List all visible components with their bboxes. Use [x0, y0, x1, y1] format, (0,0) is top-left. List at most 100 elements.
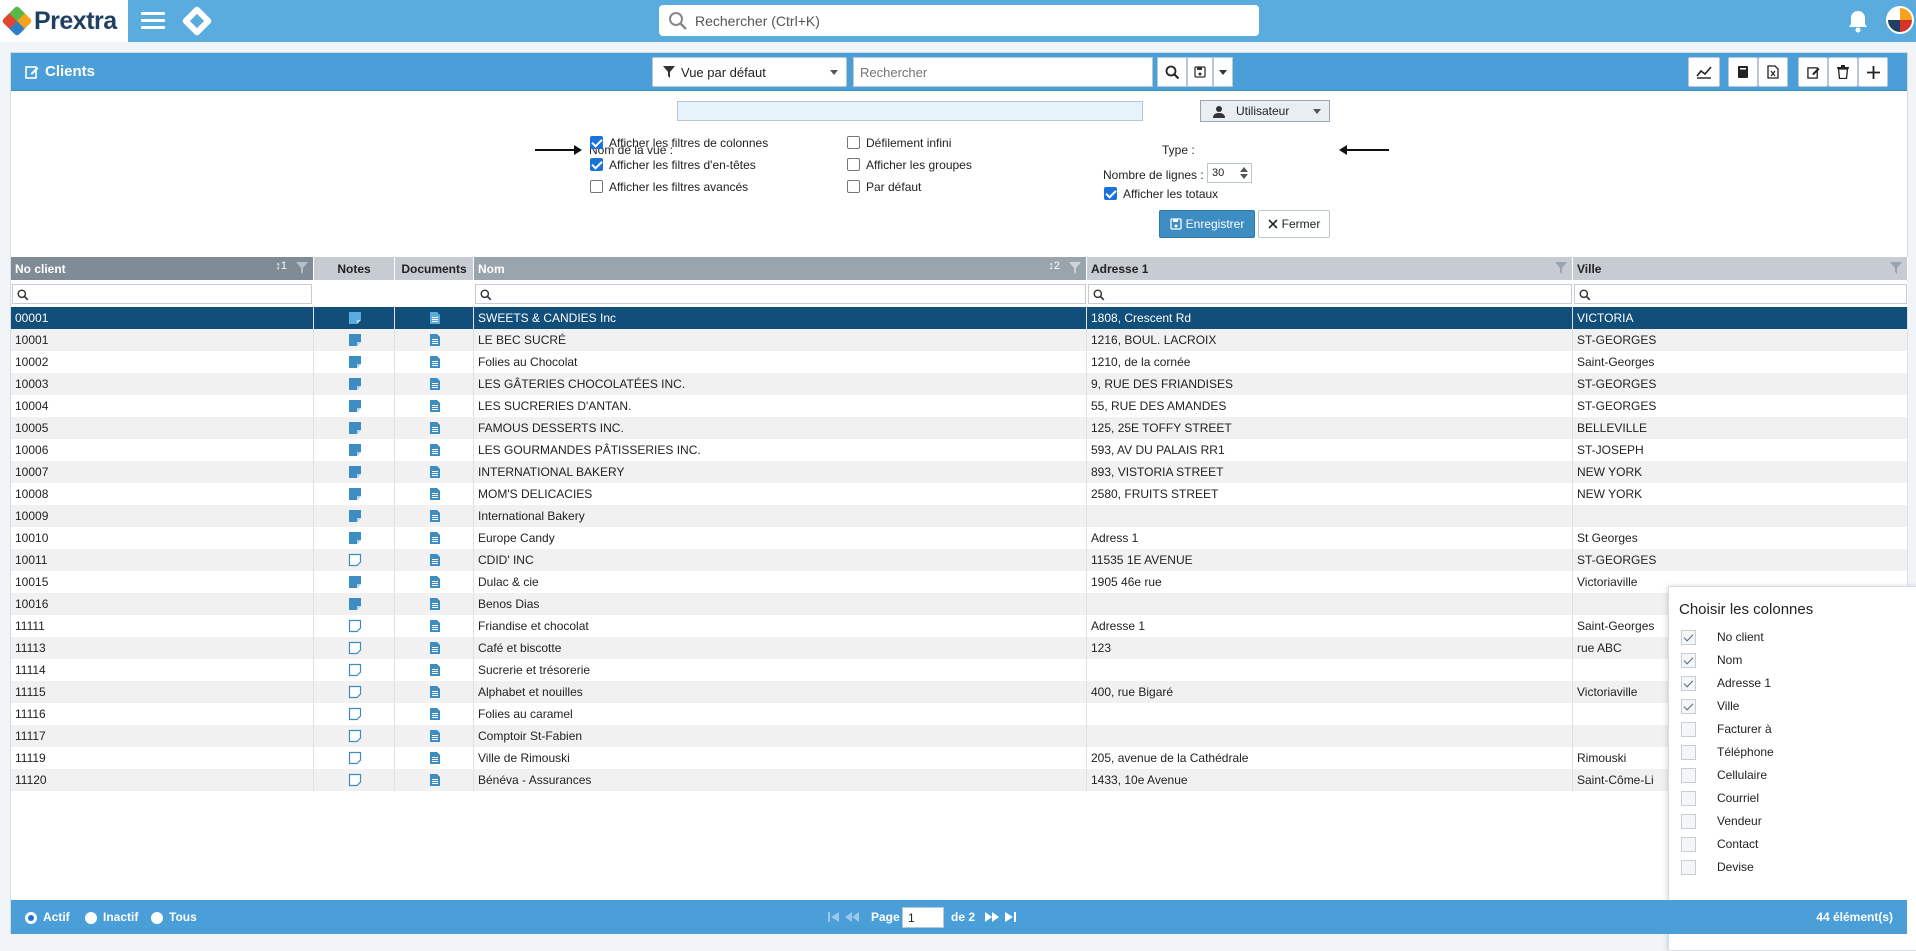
- note-filled-icon[interactable]: [348, 443, 362, 457]
- column-chooser-item[interactable]: Ville: [1681, 696, 1739, 716]
- first-page-icon[interactable]: [828, 911, 840, 923]
- table-row[interactable]: 11116 Folies au caramel: [11, 703, 1908, 725]
- note-empty-icon[interactable]: [348, 641, 362, 655]
- document-icon[interactable]: [429, 597, 441, 611]
- column-header-notes[interactable]: Notes: [314, 257, 395, 280]
- radio-actif[interactable]: [25, 912, 37, 924]
- note-empty-icon[interactable]: [348, 553, 362, 567]
- checkbox-infinite-scroll[interactable]: [847, 136, 860, 149]
- column-header-adresse[interactable]: Adresse 1: [1087, 257, 1573, 280]
- table-row[interactable]: 00001 SWEETS & CANDIES Inc 1808, Crescent …: [11, 307, 1908, 329]
- document-icon[interactable]: [429, 685, 441, 699]
- column-chooser-checkbox[interactable]: [1681, 652, 1696, 668]
- table-row[interactable]: 11119 Ville de Rimouski 205, avenue de la …: [11, 747, 1908, 769]
- search-button[interactable]: [1157, 57, 1187, 87]
- column-chooser-item[interactable]: Contact: [1681, 834, 1758, 854]
- column-filter-icon[interactable]: [296, 262, 308, 274]
- document-icon[interactable]: [429, 553, 441, 567]
- table-row[interactable]: 10015 Dulac & cie 1905 46e rue Victoriavill…: [11, 571, 1908, 593]
- column-chooser-checkbox[interactable]: [1681, 629, 1696, 645]
- view-options-dropdown[interactable]: [1213, 57, 1233, 87]
- column-chooser-checkbox[interactable]: [1681, 698, 1696, 714]
- table-row[interactable]: 10001 LE BEC SUCRÉ 1216, BOUL. LACROIX ST-G…: [11, 329, 1908, 351]
- table-row[interactable]: 10006 LES GOURMANDES PÂTISSERIES INC. 593,…: [11, 439, 1908, 461]
- column-header-nom[interactable]: Nom ↕2: [474, 257, 1087, 280]
- note-empty-icon[interactable]: [348, 773, 362, 787]
- filter-input-ville[interactable]: [1574, 284, 1907, 304]
- spinner-arrows-icon[interactable]: [1240, 166, 1248, 180]
- page-number-input[interactable]: 1: [902, 907, 944, 928]
- column-filter-icon[interactable]: [1069, 262, 1081, 274]
- document-icon[interactable]: [429, 443, 441, 457]
- table-row[interactable]: 10016 Benos Dias: [11, 593, 1908, 615]
- apps-diamond-icon[interactable]: [181, 5, 213, 37]
- rows-count-stepper[interactable]: 30: [1207, 163, 1252, 183]
- table-row[interactable]: 11114 Sucrerie et trésorerie: [11, 659, 1908, 681]
- table-row[interactable]: 10004 LES SUCRERIES D'ANTAN. 55, RUE DES A…: [11, 395, 1908, 417]
- column-chooser-checkbox[interactable]: [1681, 790, 1696, 806]
- document-icon[interactable]: [429, 531, 441, 545]
- column-header-no-client[interactable]: No client ↕1: [11, 257, 314, 280]
- saved-views-button[interactable]: [1187, 57, 1213, 87]
- notification-bell-icon[interactable]: [1847, 9, 1869, 33]
- analytics-button[interactable]: [1688, 57, 1720, 87]
- document-icon[interactable]: [429, 487, 441, 501]
- delete-button[interactable]: [1828, 57, 1858, 87]
- table-row[interactable]: 11115 Alphabet et nouilles 400, rue Bigaré…: [11, 681, 1908, 703]
- document-icon[interactable]: [429, 751, 441, 765]
- radio-inactif[interactable]: [85, 912, 97, 924]
- global-search-input[interactable]: Rechercher (Ctrl+K): [659, 5, 1259, 36]
- filter-input-nom[interactable]: [475, 284, 1086, 304]
- table-row[interactable]: 11120 Bénéva - Assurances 1433, 10e Avenue…: [11, 769, 1908, 791]
- document-icon[interactable]: [429, 355, 441, 369]
- table-row[interactable]: 10009 International Bakery: [11, 505, 1908, 527]
- view-select[interactable]: Vue par défaut: [652, 57, 847, 87]
- column-header-ville[interactable]: Ville: [1573, 257, 1908, 280]
- user-avatar[interactable]: [1886, 6, 1914, 34]
- note-filled-icon[interactable]: [348, 465, 362, 479]
- document-icon[interactable]: [429, 421, 441, 435]
- table-row[interactable]: 10003 LES GÂTERIES CHOCOLATÉES INC. 9, RUE…: [11, 373, 1908, 395]
- column-chooser-checkbox[interactable]: [1681, 744, 1696, 760]
- excel-export-button[interactable]: [1758, 57, 1788, 87]
- save-button[interactable]: Enregistrer: [1159, 210, 1255, 238]
- column-chooser-item[interactable]: Téléphone: [1681, 742, 1774, 762]
- document-icon[interactable]: [429, 311, 441, 325]
- note-empty-icon[interactable]: [348, 619, 362, 633]
- document-icon[interactable]: [429, 729, 441, 743]
- document-icon[interactable]: [429, 465, 441, 479]
- note-filled-icon[interactable]: [348, 355, 362, 369]
- table-row[interactable]: 11113 Café et biscotte 123 rue ABC: [11, 637, 1908, 659]
- checkbox-header-filters[interactable]: [590, 158, 603, 171]
- column-chooser-item[interactable]: Nom: [1681, 650, 1742, 670]
- document-icon[interactable]: [429, 399, 441, 413]
- column-filter-icon[interactable]: [1890, 262, 1902, 274]
- app-logo[interactable]: Prextra: [0, 0, 128, 42]
- checkbox-show-groups[interactable]: [847, 158, 860, 171]
- document-icon[interactable]: [429, 619, 441, 633]
- edit-button[interactable]: [1798, 57, 1828, 87]
- checkbox-default[interactable]: [847, 180, 860, 193]
- filter-input-adresse[interactable]: [1088, 284, 1572, 304]
- column-chooser-item[interactable]: No client: [1681, 627, 1764, 647]
- column-chooser-item[interactable]: Vendeur: [1681, 811, 1762, 831]
- column-chooser-checkbox[interactable]: [1681, 813, 1696, 829]
- checkbox-show-totals[interactable]: [1104, 187, 1117, 200]
- view-search-input[interactable]: [853, 57, 1153, 87]
- column-chooser-item[interactable]: Facturer à: [1681, 719, 1772, 739]
- note-filled-icon[interactable]: [348, 597, 362, 611]
- checkbox-column-filters[interactable]: [590, 136, 603, 149]
- table-row[interactable]: 10002 Folies au Chocolat 1210, de la corné…: [11, 351, 1908, 373]
- document-icon[interactable]: [429, 575, 441, 589]
- note-filled-icon[interactable]: [348, 509, 362, 523]
- column-chooser-item[interactable]: Courriel: [1681, 788, 1759, 808]
- table-row[interactable]: 11111 Friandise et chocolat Adresse 1 Saint…: [11, 615, 1908, 637]
- next-page-icon[interactable]: [984, 911, 1000, 923]
- hamburger-menu-icon[interactable]: [138, 9, 168, 33]
- add-button[interactable]: [1858, 57, 1888, 87]
- type-select[interactable]: Utilisateur: [1200, 100, 1330, 122]
- note-filled-icon[interactable]: [348, 575, 362, 589]
- table-row[interactable]: 10010 Europe Candy Adress 1 St Georges: [11, 527, 1908, 549]
- close-button[interactable]: Fermer: [1258, 210, 1330, 238]
- document-icon[interactable]: [429, 707, 441, 721]
